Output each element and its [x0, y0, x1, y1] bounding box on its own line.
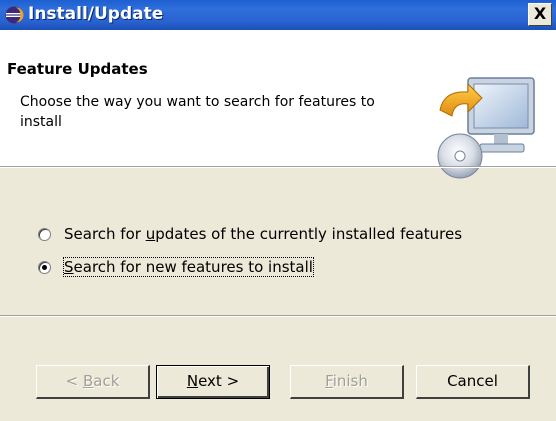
next-button[interactable]: Next > [156, 365, 270, 399]
radio-button-search-new-features[interactable] [38, 261, 51, 274]
header-separator-highlight [0, 167, 556, 168]
radio-button-search-updates[interactable] [38, 228, 51, 241]
finish-button[interactable]: Finish [290, 365, 404, 399]
page-title: Feature Updates [7, 60, 148, 78]
title-bar[interactable]: Install/Update X [0, 0, 556, 30]
cancel-button[interactable]: Cancel [416, 365, 530, 399]
close-button[interactable]: X [528, 3, 552, 26]
install-update-dialog: Install/Update X Feature Updates Choose … [0, 0, 556, 421]
footer-separator-highlight [0, 316, 556, 317]
radio-selected-dot [42, 265, 47, 270]
page-description: Choose the way you want to search for fe… [20, 94, 375, 130]
close-icon: X [533, 4, 547, 23]
wizard-header: Feature Updates Choose the way you want … [0, 30, 556, 179]
radio-label-search-updates[interactable]: Search for updates of the currently inst… [64, 225, 462, 243]
radio-label-search-new-features[interactable]: Search for new features to install [63, 257, 314, 277]
window-title: Install/Update [28, 4, 164, 24]
eclipse-app-icon [5, 6, 24, 24]
back-button[interactable]: < Back [36, 365, 150, 399]
